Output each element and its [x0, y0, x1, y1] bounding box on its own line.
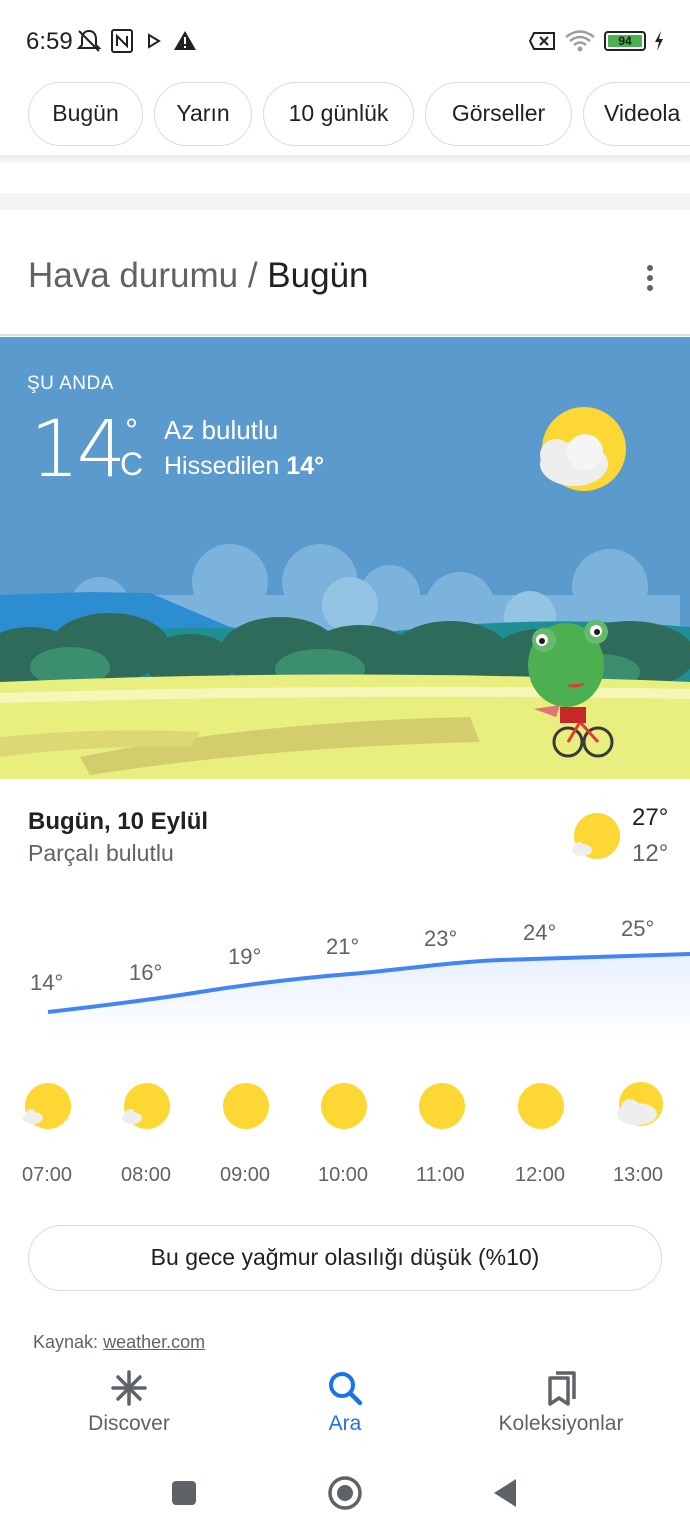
hourly-temp: 19°	[228, 944, 262, 969]
chip-videos[interactable]: Videola	[583, 82, 690, 146]
asterisk-icon	[111, 1370, 147, 1406]
summary-condition: Parçalı bulutlu	[28, 840, 174, 866]
page-title: Hava durumu / Bugün	[28, 256, 369, 296]
nav-discover-label: Discover	[88, 1412, 170, 1435]
home-button[interactable]	[326, 1473, 364, 1513]
hourly-time: 09:00	[220, 1164, 271, 1186]
nav-collections-label: Koleksiyonlar	[498, 1412, 624, 1435]
nav-search[interactable]: Ara	[245, 1352, 445, 1452]
charging-icon	[655, 31, 663, 51]
sunny-icon	[419, 1083, 465, 1129]
back-button[interactable]	[490, 1473, 520, 1513]
more-options-icon[interactable]	[640, 265, 660, 295]
chip-images[interactable]: Görseller	[425, 82, 572, 146]
hourly-temp: 16°	[129, 960, 163, 985]
nav-collections[interactable]: Koleksiyonlar	[461, 1352, 661, 1452]
current-weather-hero: ŞU ANDA 14 ° C Az bulutlu Hissedilen 14°	[0, 337, 690, 779]
feels-label: Hissedilen	[164, 452, 280, 480]
play-icon	[148, 33, 161, 49]
bookmarks-icon	[548, 1371, 576, 1406]
nfc-icon	[111, 29, 133, 53]
hourly-time: 11:00	[416, 1164, 465, 1186]
feels-value: 14°	[286, 452, 325, 480]
current-condition: Az bulutlu	[164, 415, 279, 445]
partly-sunny-icon	[122, 1083, 170, 1129]
partly-sunny-icon	[572, 813, 620, 859]
bell-off-icon	[76, 29, 102, 52]
rain-chance-pill[interactable]: Bu gece yağmur olasılığı düşük (%10)	[28, 1225, 662, 1291]
recents-button[interactable]	[170, 1473, 198, 1513]
hourly-temp: 24°	[523, 920, 557, 945]
weather-illustration	[0, 337, 690, 779]
hourly-temp: 21°	[326, 934, 360, 959]
search-icon	[329, 1372, 363, 1406]
title-prefix: Hava durumu /	[28, 256, 258, 295]
temp-unit[interactable]: ° C	[120, 413, 143, 481]
degree-symbol: °	[125, 412, 138, 448]
hourly-time: 07:00	[22, 1164, 73, 1186]
mostly-cloudy-icon	[617, 1082, 663, 1126]
scrolled-content-edge	[0, 165, 690, 195]
chips-divider	[0, 155, 690, 165]
current-temp: 14	[30, 405, 126, 495]
hourly-temp: 14°	[30, 970, 64, 995]
system-nav-bar	[0, 1455, 690, 1533]
battery-icon: 94	[604, 31, 646, 51]
search-chips: Bugün Yarın 10 günlük Görseller Videola	[0, 82, 690, 148]
chip-today[interactable]: Bugün	[28, 82, 143, 146]
status-bar: 6:59 94	[0, 0, 690, 80]
source-label: Kaynak:	[33, 1332, 99, 1352]
wifi-icon	[565, 30, 595, 52]
sunny-icon	[321, 1083, 367, 1129]
feels-like: Hissedilen 14°	[164, 452, 324, 481]
sim-x-icon	[528, 32, 555, 50]
low-temp: 12°	[632, 840, 669, 867]
bottom-nav: Discover Ara Koleksiyonlar	[0, 1352, 690, 1452]
battery-level: 94	[608, 35, 642, 47]
hourly-temp: 25°	[621, 916, 655, 941]
chip-10-day[interactable]: 10 günlük	[263, 82, 414, 146]
hourly-time: 10:00	[318, 1164, 369, 1186]
summary-date: Bugün, 10 Eylül	[28, 808, 209, 835]
source-link[interactable]: weather.com	[103, 1332, 205, 1352]
now-label: ŞU ANDA	[27, 373, 114, 394]
source-line: Kaynak: weather.com	[33, 1332, 205, 1353]
high-temp: 27°	[632, 804, 669, 831]
weather-header: Hava durumu / Bugün	[0, 210, 690, 336]
section-gap	[0, 196, 690, 210]
partly-sunny-icon	[23, 1083, 71, 1129]
warning-icon	[174, 31, 196, 50]
chip-tomorrow[interactable]: Yarın	[154, 82, 252, 146]
hourly-time: 08:00	[121, 1164, 172, 1186]
status-time: 6:59	[26, 28, 73, 55]
sunny-icon	[518, 1083, 564, 1129]
hourly-temp: 23°	[424, 926, 458, 951]
nav-search-label: Ara	[328, 1412, 362, 1435]
hourly-time: 12:00	[515, 1164, 566, 1186]
hourly-time: 13:00	[613, 1164, 664, 1186]
temperature-curve	[47, 952, 690, 1040]
unit-celsius: C	[120, 446, 144, 482]
sunny-icon	[223, 1083, 269, 1129]
hourly-forecast[interactable]: 14° 07:00 16° 08:00 19° 09:00 21° 10:00 23° 11:00…	[0, 900, 690, 1200]
title-current: Bugün	[267, 256, 369, 295]
nav-discover[interactable]: Discover	[29, 1352, 229, 1452]
